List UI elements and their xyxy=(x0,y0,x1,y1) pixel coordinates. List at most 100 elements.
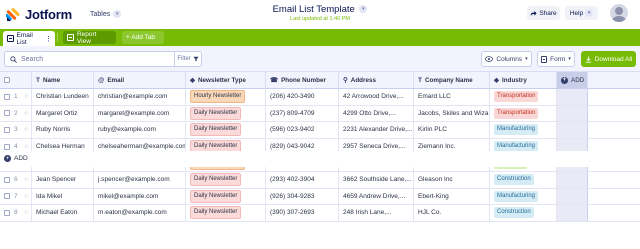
cell-company[interactable]: Emard LLC xyxy=(414,89,490,105)
toolbar: Search Filter Columns ▾ Form ▾ Download … xyxy=(0,46,640,72)
add-tab-button[interactable]: + Add Tab xyxy=(122,31,164,44)
cell-newsletter-type[interactable]: Daily Newsletter xyxy=(186,122,266,138)
chevron-down-icon: ▾ xyxy=(359,5,368,14)
search-input[interactable]: Search Filter xyxy=(4,51,202,67)
location-pin-icon: ⚲ xyxy=(343,77,348,84)
cell-newsletter-type[interactable]: Daily Newsletter xyxy=(186,188,266,205)
cell-address[interactable]: 4659 Andrew Drive,... xyxy=(339,188,414,205)
form-icon xyxy=(541,55,548,63)
cell-industry[interactable]: Transportation xyxy=(490,105,557,122)
column-header-address[interactable]: ⚲ Address xyxy=(339,72,414,88)
cell-name[interactable]: Margaret Ortiz xyxy=(32,105,94,122)
tab-report-view[interactable]: Report View xyxy=(63,31,116,45)
cell-address[interactable]: 42 Arrowood Drive,... xyxy=(339,89,414,105)
download-all-button[interactable]: Download All xyxy=(581,51,636,67)
row-checkbox[interactable] xyxy=(0,122,12,138)
column-header-label: Email xyxy=(107,76,125,84)
cell-newsletter-type[interactable]: Daily Newsletter xyxy=(186,172,266,188)
table-row[interactable]: 3 ☆ Ruby Norris ruby@example.com Daily Newsl… xyxy=(0,122,640,139)
star-icon[interactable]: ☆ xyxy=(24,143,29,150)
cell-phone[interactable]: (237) 809-4709 xyxy=(266,105,339,122)
cell-company[interactable]: Jacobs, Skiles and Wiza xyxy=(414,105,490,122)
avatar[interactable] xyxy=(610,4,628,22)
select-all-checkbox[interactable] xyxy=(0,72,12,88)
newsletter-type-tag: Hourly Newsletter xyxy=(190,90,246,104)
cell-address[interactable]: 4299 Otto Drive,... xyxy=(339,105,414,122)
cell-email[interactable]: christian@example.com xyxy=(94,89,186,105)
table-row[interactable]: 6 ☆ Jean Spencer j.spencer@example.com Daily… xyxy=(0,172,640,189)
cell-email[interactable]: m.eaton@example.com xyxy=(94,205,186,221)
cell-newsletter-type[interactable]: Daily Newsletter xyxy=(186,205,266,221)
cell-phone[interactable]: (390) 307-2693 xyxy=(266,205,339,221)
row-number: 4 xyxy=(14,143,18,151)
industry-tag: Construction xyxy=(494,174,534,186)
industry-tag: Transportation xyxy=(494,107,539,119)
row-checkbox[interactable] xyxy=(0,189,12,205)
row-checkbox[interactable] xyxy=(0,172,12,188)
download-all-label: Download All xyxy=(594,55,633,63)
star-icon[interactable]: ☆ xyxy=(24,110,29,117)
cell-phone[interactable]: (206) 420-3490 xyxy=(266,89,339,105)
cell-name[interactable]: Ruby Norris xyxy=(32,122,94,138)
cell-industry[interactable]: Transportation xyxy=(490,89,557,105)
cell-industry[interactable]: Construction xyxy=(490,172,557,188)
star-icon[interactable]: ☆ xyxy=(24,193,29,200)
cell-company[interactable]: Kirlin PLC xyxy=(414,122,490,138)
tab-email-list[interactable]: Email List ⋮ xyxy=(3,31,55,46)
cell-email[interactable]: margaret@example.com xyxy=(94,105,186,122)
row-checkbox[interactable] xyxy=(0,205,12,221)
industry-tag: Manufacturing xyxy=(494,124,539,136)
row-number: 2 xyxy=(14,109,18,117)
cell-name[interactable]: Jean Spencer xyxy=(32,172,94,188)
row-number: 3 xyxy=(14,126,18,134)
star-icon[interactable]: ☆ xyxy=(24,93,29,100)
column-header-email[interactable]: @ Email xyxy=(94,72,186,88)
column-header-company-name[interactable]: T Company Name xyxy=(414,72,490,88)
table-row[interactable]: 1 ☆ Christian Lundeen christian@example.com… xyxy=(0,89,640,106)
cell-email[interactable]: j.spencer@example.com xyxy=(94,172,186,188)
table-row[interactable]: 7 ☆ Ida Mikel mikel@example.com Daily Newsle… xyxy=(0,188,640,206)
column-header-newsletter-type[interactable]: ◆ Newsletter Type xyxy=(186,72,266,88)
add-row-button[interactable]: + ADD xyxy=(0,151,640,167)
newsletter-type-tag: Daily Newsletter xyxy=(190,206,242,220)
cell-newsletter-type[interactable]: Daily Newsletter xyxy=(186,105,266,122)
column-header-phone-number[interactable]: ☎ Phone Number xyxy=(266,72,339,88)
cell-email[interactable]: ruby@example.com xyxy=(94,122,186,138)
star-icon[interactable]: ☆ xyxy=(24,176,29,183)
cell-phone[interactable]: (293) 402-3904 xyxy=(266,172,339,188)
cell-address[interactable]: 2231 Alexander Drive,... xyxy=(339,122,414,138)
columns-button[interactable]: Columns ▾ xyxy=(481,51,532,67)
table-row[interactable]: 2 ☆ Margaret Ortiz margaret@example.com Dail… xyxy=(0,105,640,123)
cell-address[interactable]: 248 Irish Lane,... xyxy=(339,205,414,221)
cell-company[interactable]: HJL Co. xyxy=(414,205,490,221)
add-column-button[interactable]: + ADD xyxy=(557,72,588,88)
cell-name[interactable]: Ida Mikel xyxy=(32,188,94,205)
cell-industry[interactable]: Manufacturing xyxy=(490,122,557,138)
table-row[interactable]: 8 ☆ Michael Eaton m.eaton@example.com Daily … xyxy=(0,205,640,222)
cell-name[interactable]: Christian Lundeen xyxy=(32,89,94,105)
cell-phone[interactable]: (926) 304-9283 xyxy=(266,188,339,205)
column-header-name[interactable]: T Name xyxy=(32,72,94,88)
cell-company[interactable]: Ebert-King xyxy=(414,188,490,205)
filter-button[interactable]: Filter xyxy=(174,52,201,66)
cell-industry[interactable]: Construction xyxy=(490,205,557,221)
cell-email[interactable]: mikel@example.com xyxy=(94,188,186,205)
help-button[interactable]: Help ▾ xyxy=(565,6,598,20)
column-header-industry[interactable]: ◆ Industry xyxy=(490,72,557,88)
star-icon[interactable]: ☆ xyxy=(24,126,29,133)
star-icon[interactable]: ☆ xyxy=(24,209,29,216)
cell-newsletter-type[interactable]: Hourly Newsletter xyxy=(186,89,266,105)
cell-name[interactable]: Michael Eaton xyxy=(32,205,94,221)
help-label: Help xyxy=(569,9,584,17)
column-header-label: Address xyxy=(350,76,376,84)
cell-phone[interactable]: (596) 023-9402 xyxy=(266,122,339,138)
row-checkbox[interactable] xyxy=(0,106,12,122)
form-button[interactable]: Form ▾ xyxy=(537,51,575,67)
cell-company[interactable]: Gleason Inc xyxy=(414,172,490,188)
share-button[interactable]: Share xyxy=(527,6,560,20)
more-icon[interactable]: ⋮ xyxy=(45,35,52,43)
cell-address[interactable]: 3662 Southside Lane,... xyxy=(339,172,414,188)
newsletter-type-tag: Daily Newsletter xyxy=(190,173,242,187)
row-checkbox[interactable] xyxy=(0,89,12,105)
cell-industry[interactable]: Manufacturing xyxy=(490,188,557,205)
